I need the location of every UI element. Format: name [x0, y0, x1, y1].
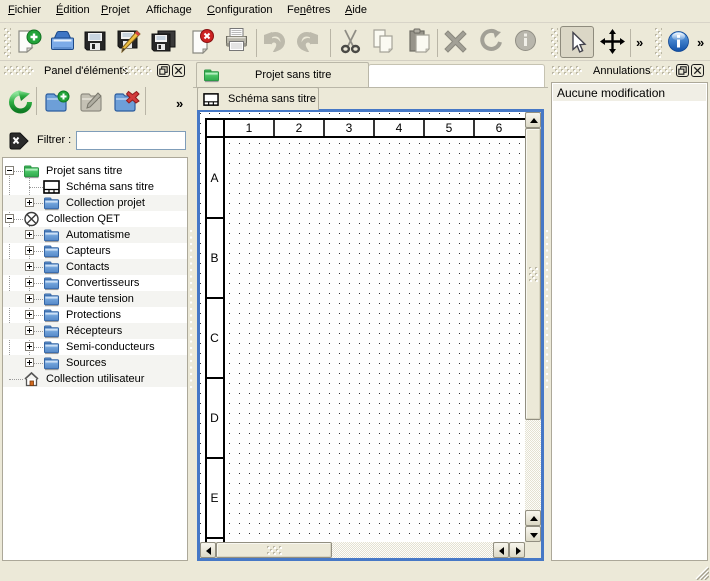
- svg-text:5: 5: [446, 121, 453, 135]
- svg-text:E: E: [210, 491, 218, 505]
- svg-text:6: 6: [496, 121, 503, 135]
- svg-text:3: 3: [346, 121, 353, 135]
- svg-text:A: A: [210, 171, 218, 185]
- svg-text:B: B: [210, 251, 218, 265]
- svg-text:4: 4: [396, 121, 403, 135]
- svg-text:C: C: [210, 331, 219, 345]
- svg-text:D: D: [210, 411, 219, 425]
- svg-text:1: 1: [246, 121, 253, 135]
- svg-text:2: 2: [296, 121, 303, 135]
